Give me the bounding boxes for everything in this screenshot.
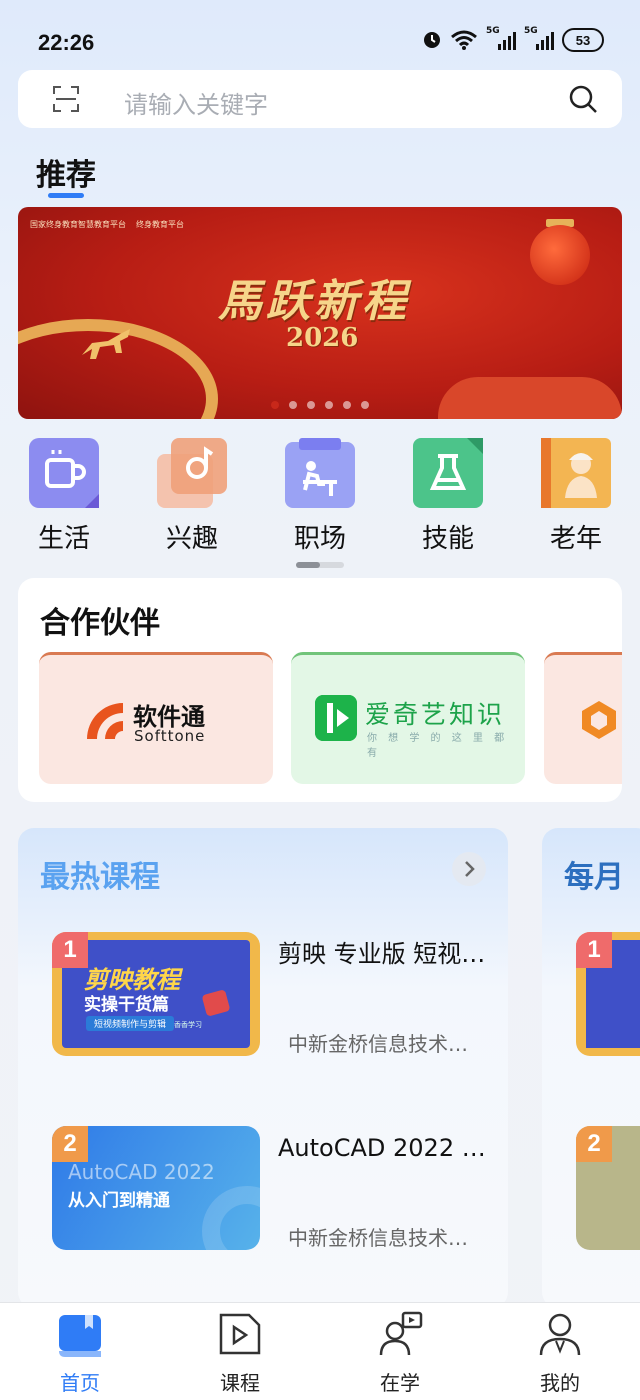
course-title: AutoCAD 2022 从入门到精通 (278, 1134, 488, 1162)
hot-courses-card: 最热课程 剪映教程 实操干货篇 短视频制作与剪辑 香香学习 1 剪映 专业版 短… (18, 828, 508, 1308)
alarm-icon (424, 32, 440, 48)
tab-indicator (48, 193, 84, 198)
monthly-title: 每月 (564, 860, 624, 895)
banner-pagination (18, 401, 622, 409)
profile-icon (539, 1313, 581, 1356)
category-label: 职场 (293, 524, 346, 554)
monthly-courses-card[interactable]: 每月 1 2 (542, 828, 640, 1308)
thumb-subtitle: 实操干货篇 (84, 995, 169, 1015)
status-icons: 5G 5G 53 (422, 26, 604, 52)
course-org: 中新金桥信息技术有限公司 (288, 1226, 478, 1250)
course-play-icon (219, 1313, 261, 1355)
nav-label: 课程 (220, 1371, 260, 1395)
coffee-cup-icon (29, 438, 99, 508)
category-scroll-indicator (296, 562, 344, 568)
rank-badge: 1 (52, 932, 88, 968)
partners-section: 合作伙伴 软件通 Softtone 爱奇艺知识 你 想 学 的 这 里 都 有 (18, 578, 622, 802)
partner-name: 爱奇艺知识 (365, 700, 506, 729)
banner-logos: 国家终身教育智慧教育平台 终身教育平台 (30, 219, 184, 230)
battery-icon: 53 (562, 28, 604, 52)
chevron-right-icon (465, 861, 475, 877)
category-interest[interactable]: 兴趣 (142, 438, 242, 555)
partner-name-en: Softtone (134, 727, 206, 745)
nav-home[interactable]: 首页 (30, 1311, 130, 1396)
banner-org-primary: 国家终身教育智慧教育平台 (30, 220, 126, 229)
promo-banner[interactable]: 国家终身教育智慧教育平台 终身教育平台 馬跃新程 2026 (18, 207, 622, 419)
hot-courses-title: 最热课程 (40, 860, 160, 895)
thumb-subtitle: 从入门到精通 (68, 1191, 170, 1211)
status-time: 22:26 (38, 30, 95, 55)
nav-courses[interactable]: 课程 (190, 1311, 290, 1396)
nav-profile[interactable]: 我的 (510, 1311, 610, 1396)
category-life[interactable]: 生活 (14, 438, 114, 555)
rank-badge: 1 (576, 932, 612, 968)
course-thumbnail: 1 (576, 932, 640, 1056)
pagination-dot[interactable] (271, 401, 279, 409)
pagination-dot[interactable] (325, 401, 333, 409)
category-skill[interactable]: 技能 (398, 438, 498, 555)
category-label: 技能 (421, 524, 474, 554)
status-bar: 22:26 5G 5G 53 (0, 0, 640, 64)
thumb-brand: 香香学习 (174, 1021, 202, 1029)
partners-title: 合作伙伴 (40, 606, 160, 641)
partner-card-softtone[interactable]: 软件通 Softtone (39, 652, 273, 784)
battery-level: 53 (575, 32, 591, 48)
course-org: 中新金桥信息技术有限公司 (288, 1032, 478, 1056)
wifi-icon (451, 30, 477, 50)
pagination-dot[interactable] (289, 401, 297, 409)
flask-icon (413, 438, 483, 508)
course-thumbnail: AutoCAD 2022 从入门到精通 2 (52, 1126, 260, 1250)
partner-logo-icon (582, 701, 616, 739)
category-elderly[interactable]: 老年 (526, 438, 626, 555)
course-item[interactable]: 剪映教程 实操干货篇 短视频制作与剪辑 香香学习 1 剪映 专业版 短视频剪辑 … (52, 932, 502, 1062)
course-thumbnail: 2 (576, 1126, 640, 1250)
search-icon[interactable] (568, 84, 598, 114)
search-bar[interactable]: 请输入关键字 (18, 70, 622, 128)
banner-title: 馬跃新程 (218, 276, 410, 327)
tab-recommend[interactable]: 推荐 (36, 150, 96, 194)
thumb-tag: 短视频制作与剪辑 (86, 1016, 175, 1031)
more-button[interactable] (452, 852, 486, 886)
category-label: 生活 (37, 524, 90, 554)
desk-worker-icon (285, 438, 355, 508)
banner-year: 2026 (286, 323, 359, 353)
softtone-logo-icon (87, 703, 123, 739)
pagination-dot[interactable] (343, 401, 351, 409)
jar-decoration (438, 377, 622, 419)
banner-org-secondary: 终身教育平台 (136, 220, 184, 229)
pagination-dot[interactable] (307, 401, 315, 409)
course-thumbnail: 剪映教程 实操干货篇 短视频制作与剪辑 香香学习 1 (52, 932, 260, 1056)
signal-icon: 5G (486, 26, 516, 50)
pagination-dot[interactable] (361, 401, 369, 409)
signal-icon: 5G (524, 26, 554, 50)
home-book-icon (59, 1315, 101, 1357)
lantern-icon (530, 225, 590, 285)
music-note-icon (157, 438, 227, 508)
thumb-title: AutoCAD 2022 (68, 1160, 215, 1184)
category-workplace[interactable]: 职场 (270, 438, 370, 555)
bottom-nav: 首页 课程 在学 我的 (0, 1302, 640, 1400)
category-label: 老年 (549, 524, 602, 554)
elderly-person-icon (541, 438, 611, 508)
rank-badge: 2 (52, 1126, 88, 1162)
category-label: 兴趣 (165, 524, 218, 554)
iqiyi-logo-icon (315, 695, 357, 741)
horse-icon (82, 329, 130, 359)
nav-learning[interactable]: 在学 (350, 1311, 450, 1396)
rank-badge: 2 (576, 1126, 612, 1162)
nav-label: 在学 (380, 1371, 420, 1395)
learner-icon (379, 1311, 423, 1356)
search-input[interactable]: 请输入关键字 (124, 85, 268, 120)
course-item[interactable]: AutoCAD 2022 从入门到精通 2 AutoCAD 2022 从入门到精… (52, 1126, 502, 1256)
partner-card-iqiyi[interactable]: 爱奇艺知识 你 想 学 的 这 里 都 有 (291, 652, 525, 784)
scan-icon[interactable] (52, 85, 80, 113)
partner-tagline: 你 想 学 的 这 里 都 有 (367, 733, 509, 759)
nav-label: 我的 (540, 1371, 580, 1395)
course-title: 剪映 专业版 短视频剪辑 (278, 940, 488, 968)
partner-card-third[interactable] (544, 652, 622, 784)
nav-label: 首页 (60, 1371, 100, 1395)
